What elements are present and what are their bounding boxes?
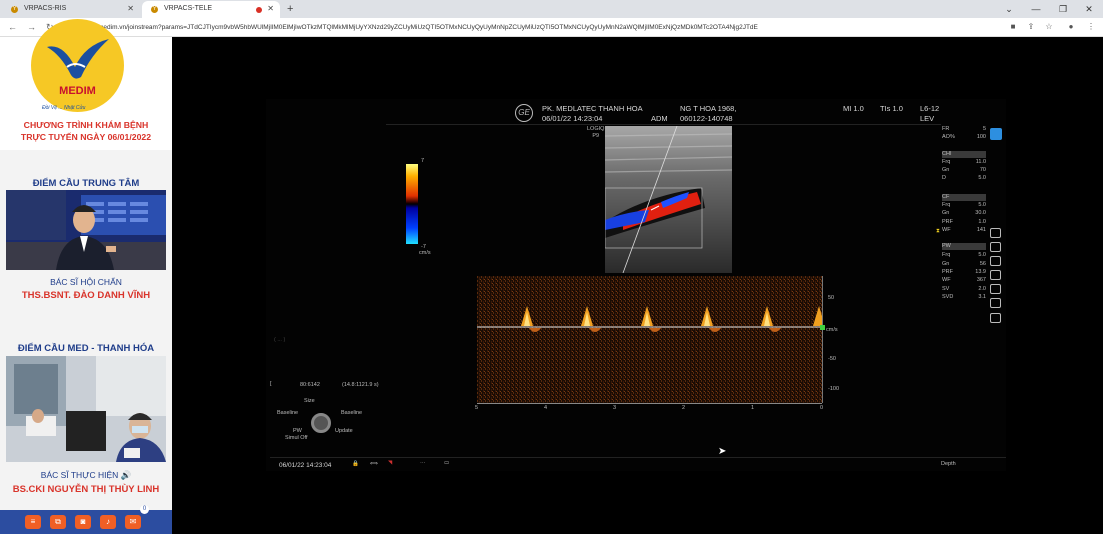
address-bar: ← → ↻ medim.vn/joinstream?params=JTdCJTI… <box>0 18 1103 37</box>
maximize-button[interactable]: ❐ <box>1054 0 1072 18</box>
screen-share-button[interactable]: ⧉ <box>50 515 66 529</box>
center-video[interactable] <box>6 190 166 270</box>
tab-search-icon[interactable]: ⌄ <box>1000 0 1018 18</box>
center-doctor: THS.BSNT. ĐÀO DANH VĨNH <box>21 290 151 301</box>
back-icon[interactable]: ← <box>8 18 17 37</box>
center-role: BÁC SĨ HỘI CHẨN <box>50 277 122 287</box>
local-role: BÁC SĨ THỰC HIỆN 🔊 <box>40 470 132 480</box>
share-icon[interactable]: ⇪ <box>1026 22 1036 32</box>
tab-label: VRPACS-RIS <box>24 5 67 12</box>
local-site-title: ĐIỂM CẦU MED - THANH HÓA <box>17 343 155 354</box>
medim-logo: MEDIM <box>31 19 124 112</box>
forward-icon[interactable]: → <box>27 18 36 37</box>
menu-icon[interactable]: ⋮ <box>1086 22 1096 32</box>
program-title: CHƯƠNG TRÌNH KHÁM BỆNH TRỰC TUYẾN NGÀY 0… <box>0 119 172 143</box>
center-site-title: ĐIỂM CẦU TRUNG TÂM <box>32 178 140 189</box>
call-toolbar: ≡ ⧉ ◙ ♪ ✉ 0 <box>0 505 172 534</box>
bird-logo-icon <box>47 39 109 79</box>
minimize-button[interactable]: — <box>1027 0 1045 18</box>
close-tab-icon[interactable]: ✕ <box>127 1 134 17</box>
local-video[interactable] <box>6 356 166 462</box>
favicon-icon: Y <box>11 6 18 13</box>
chat-count-badge: 0 <box>140 505 149 514</box>
close-window-button[interactable]: ✕ <box>1080 0 1098 18</box>
header-area: MEDIM Đồi Vệ ... Nhật Cửu CHƯƠNG TRÌNH K… <box>0 19 172 150</box>
camera-button[interactable]: ◙ <box>75 515 91 529</box>
tab-vrpacs-tele[interactable]: Y VRPACS-TELE ✕ <box>142 1 280 18</box>
microphone-button[interactable]: ♪ <box>100 515 116 529</box>
new-tab-button[interactable]: + <box>287 0 293 18</box>
recording-icon <box>256 7 262 13</box>
camera-icon[interactable]: ■ <box>1008 22 1018 32</box>
profile-icon[interactable]: ● <box>1066 22 1076 32</box>
slogan: Đồi Vệ ... Nhật Cửu <box>42 105 86 111</box>
tab-label: VRPACS-TELE <box>164 5 213 12</box>
local-doctor: BS.CKI NGUYỄN THỊ THÙY LINH <box>12 484 160 495</box>
left-panel: MEDIM Đồi Vệ ... Nhật Cửu CHƯƠNG TRÌNH K… <box>0 19 172 534</box>
bookmark-star-icon[interactable]: ☆ <box>1044 22 1054 32</box>
logo-text: MEDIM <box>59 85 96 97</box>
chat-button[interactable]: ✉ <box>125 515 141 529</box>
program-line-1: CHƯƠNG TRÌNH KHÁM BỆNH <box>23 120 149 130</box>
tab-vrpacs-ris[interactable]: Y VRPACS-RIS ✕ <box>2 1 140 18</box>
close-tab-icon[interactable]: ✕ <box>267 1 274 17</box>
menu-button[interactable]: ≡ <box>25 515 41 529</box>
stream-viewer <box>172 37 1103 534</box>
browser-tab-bar: Y VRPACS-RIS ✕ Y VRPACS-TELE ✕ + ⌄ — ❐ ✕ <box>0 0 1103 18</box>
url-field[interactable]: medim.vn/joinstream?params=JTdCJTIycm9vb… <box>98 18 978 37</box>
favicon-icon: Y <box>151 6 158 13</box>
program-line-2: TRỰC TUYẾN NGÀY 06/01/2022 <box>20 132 152 142</box>
